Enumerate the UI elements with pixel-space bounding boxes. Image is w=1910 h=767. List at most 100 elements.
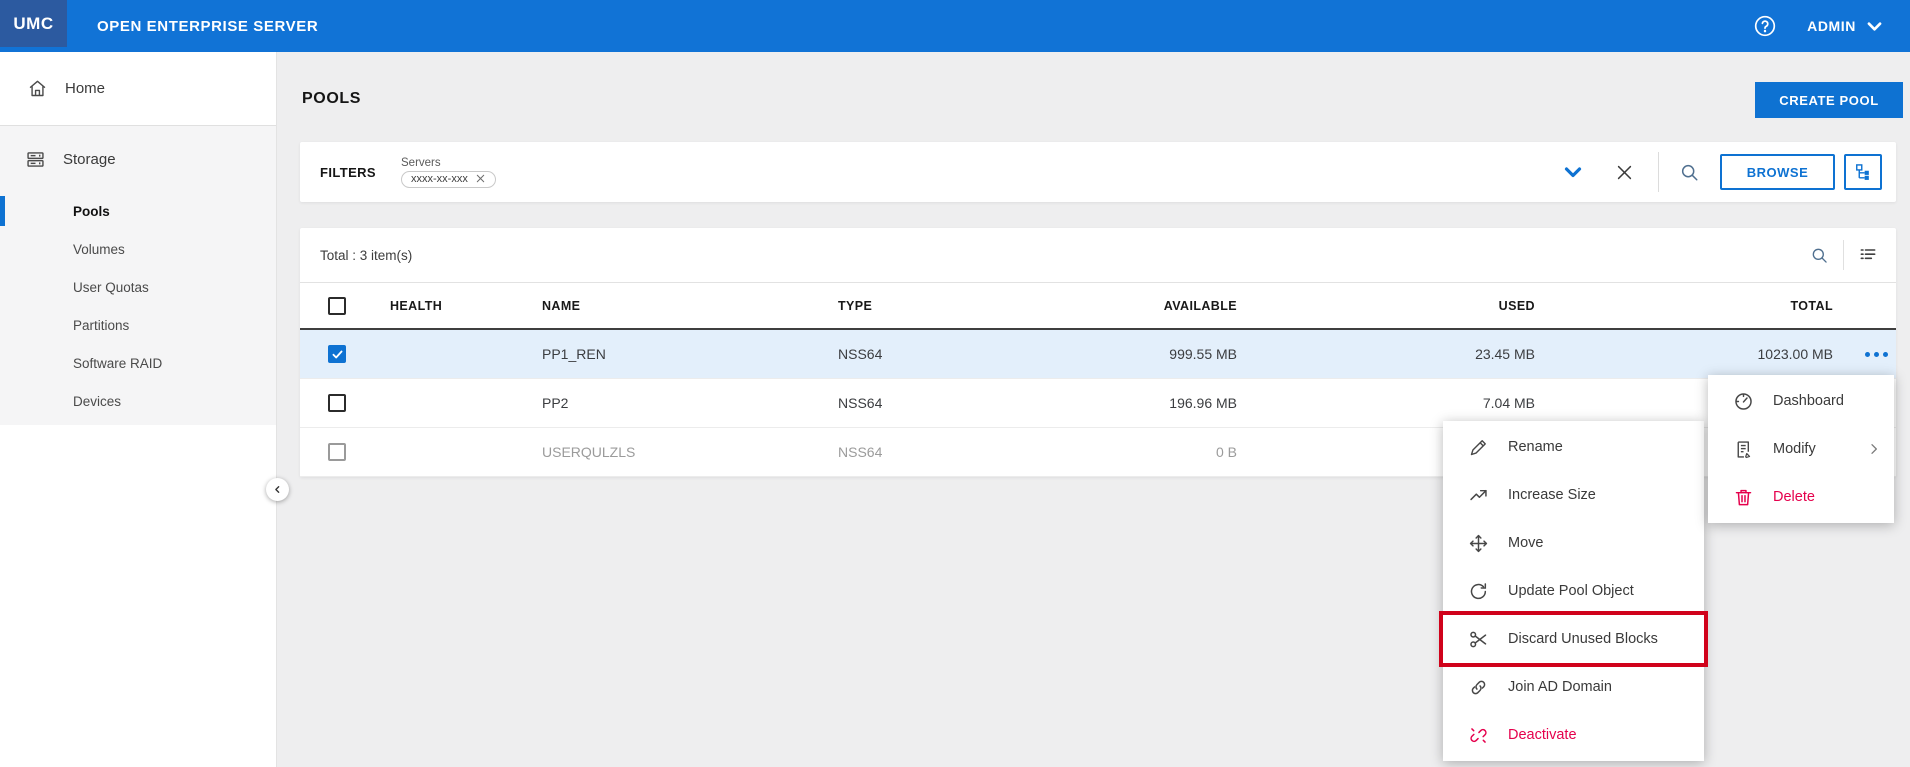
filters-expand-chevron-down-icon[interactable] — [1561, 160, 1585, 184]
home-icon — [27, 78, 48, 99]
sidebar-item-home[interactable]: Home — [0, 52, 276, 126]
umc-logo[interactable]: UMC — [0, 0, 67, 47]
storage-icon — [25, 149, 46, 170]
sidebar-item-label: Devices — [73, 394, 121, 409]
server-filter-chip[interactable]: xxxx-xx-xxx — [401, 171, 496, 188]
tree-view-button[interactable] — [1844, 154, 1882, 190]
trash-icon — [1733, 487, 1754, 508]
divider — [1658, 152, 1659, 192]
total-count: Total : 3 item(s) — [320, 248, 412, 263]
app-window: UMC OPEN ENTERPRISE SERVER ADMIN — [0, 0, 1910, 767]
chevron-right-icon — [1866, 441, 1882, 457]
row-checkbox-cell — [300, 443, 370, 461]
row-checkbox-checked[interactable] — [328, 345, 346, 363]
menu-item-dashboard[interactable]: Dashboard — [1708, 377, 1894, 425]
menu-item-move[interactable]: Move — [1443, 519, 1704, 567]
move-arrows-icon — [1468, 533, 1489, 554]
menu-item-label: Move — [1508, 535, 1543, 551]
sidebar-item-storage[interactable]: Storage — [0, 126, 276, 192]
sidebar-item-volumes[interactable]: Volumes — [0, 230, 276, 268]
sidebar-item-partitions[interactable]: Partitions — [0, 306, 276, 344]
menu-item-join-ad-domain[interactable]: Join AD Domain — [1443, 663, 1704, 711]
sidebar-item-label: Software RAID — [73, 356, 162, 371]
scissors-icon — [1468, 629, 1489, 650]
product-title: OPEN ENTERPRISE SERVER — [97, 0, 318, 52]
sidebar-item-label: Pools — [73, 204, 110, 219]
browse-button[interactable]: BROWSE — [1720, 154, 1835, 190]
column-header-health: HEALTH — [370, 299, 542, 313]
menu-item-modify[interactable]: Modify — [1708, 425, 1894, 473]
check-icon — [331, 348, 344, 361]
column-header-type: TYPE — [838, 299, 1000, 313]
menu-item-label: Increase Size — [1508, 487, 1596, 503]
filters-clear-close-icon[interactable] — [1615, 163, 1634, 182]
sidebar-item-label: User Quotas — [73, 280, 149, 295]
broken-link-icon — [1468, 725, 1489, 746]
row-checkbox[interactable] — [328, 443, 346, 461]
menu-item-label: Dashboard — [1773, 393, 1844, 409]
pool-available: 0 B — [1000, 444, 1237, 460]
pencil-icon — [1468, 437, 1489, 458]
pool-available: 196.96 MB — [1000, 395, 1237, 411]
sidebar-item-label: Home — [65, 80, 105, 97]
menu-item-discard-unused-blocks[interactable]: Discard Unused Blocks — [1443, 615, 1704, 663]
table-toolbar: Total : 3 item(s) — [300, 228, 1896, 283]
row-checkbox-cell — [300, 394, 370, 412]
row-checkbox[interactable] — [328, 394, 346, 412]
sidebar-item-label: Partitions — [73, 318, 129, 333]
menu-item-label: Update Pool Object — [1508, 583, 1634, 599]
menu-item-deactivate[interactable]: Deactivate — [1443, 711, 1704, 759]
menu-item-delete[interactable]: Delete — [1708, 473, 1894, 521]
pool-context-menu: Rename Increase Size Move — [1443, 421, 1704, 761]
chevron-left-icon — [272, 484, 283, 495]
column-header-total: TOTAL — [1535, 299, 1833, 313]
table-row-pp1-ren[interactable]: PP1_REN NSS64 999.55 MB 23.45 MB 1023.00… — [300, 330, 1896, 379]
sidebar-item-user-quotas[interactable]: User Quotas — [0, 268, 276, 306]
chain-link-icon — [1468, 677, 1489, 698]
active-indicator — [0, 196, 5, 226]
pool-type: NSS64 — [838, 444, 1000, 460]
sidebar-item-devices[interactable]: Devices — [0, 382, 276, 420]
filters-bar: FILTERS Servers xxxx-xx-xxx — [300, 142, 1896, 202]
sidebar-item-label: Volumes — [73, 242, 125, 257]
document-edit-icon — [1733, 439, 1754, 460]
table-header-row: HEALTH NAME TYPE AVAILABLE USED TOTAL — [300, 283, 1896, 330]
menu-item-update-pool-object[interactable]: Update Pool Object — [1443, 567, 1704, 615]
admin-menu[interactable]: ADMIN — [1807, 18, 1856, 34]
row-actions-ellipsis-icon[interactable] — [1833, 352, 1896, 357]
menu-item-label: Deactivate — [1508, 727, 1577, 743]
trend-up-icon — [1468, 485, 1489, 506]
create-pool-button[interactable]: CREATE POOL — [1755, 82, 1903, 118]
menu-item-rename[interactable]: Rename — [1443, 423, 1704, 471]
menu-item-label: Discard Unused Blocks — [1508, 631, 1658, 647]
table-search-icon[interactable] — [1810, 246, 1829, 265]
help-icon[interactable] — [1753, 14, 1777, 38]
gauge-icon — [1733, 391, 1754, 412]
list-view-icon[interactable] — [1858, 245, 1878, 265]
chip-close-icon[interactable] — [475, 173, 486, 184]
sidebar-collapse-button[interactable] — [266, 478, 289, 501]
pool-used: 7.04 MB — [1237, 395, 1535, 411]
column-header-name: NAME — [542, 299, 838, 313]
refresh-icon — [1468, 581, 1489, 602]
pool-type: NSS64 — [838, 395, 1000, 411]
sidebar-item-software-raid[interactable]: Software RAID — [0, 344, 276, 382]
menu-item-label: Modify — [1773, 441, 1816, 457]
sidebar-item-pools[interactable]: Pools — [0, 192, 276, 230]
menu-item-label: Join AD Domain — [1508, 679, 1612, 695]
pool-name: PP2 — [542, 395, 838, 411]
filters-search-icon[interactable] — [1679, 162, 1700, 183]
hierarchy-tree-icon — [1853, 162, 1873, 182]
pool-name: PP1_REN — [542, 346, 838, 362]
pool-name: USERQULZLS — [542, 444, 838, 460]
select-all-cell — [300, 297, 370, 315]
sidebar-item-label: Storage — [63, 151, 116, 168]
top-bar: UMC OPEN ENTERPRISE SERVER ADMIN — [0, 0, 1910, 52]
column-header-used: USED — [1237, 299, 1535, 313]
select-all-checkbox[interactable] — [328, 297, 346, 315]
filters-label: FILTERS — [320, 165, 376, 180]
row-checkbox-cell — [300, 345, 370, 363]
menu-item-increase-size[interactable]: Increase Size — [1443, 471, 1704, 519]
admin-chevron-down-icon[interactable] — [1865, 17, 1884, 36]
page-title: POOLS — [302, 90, 361, 108]
